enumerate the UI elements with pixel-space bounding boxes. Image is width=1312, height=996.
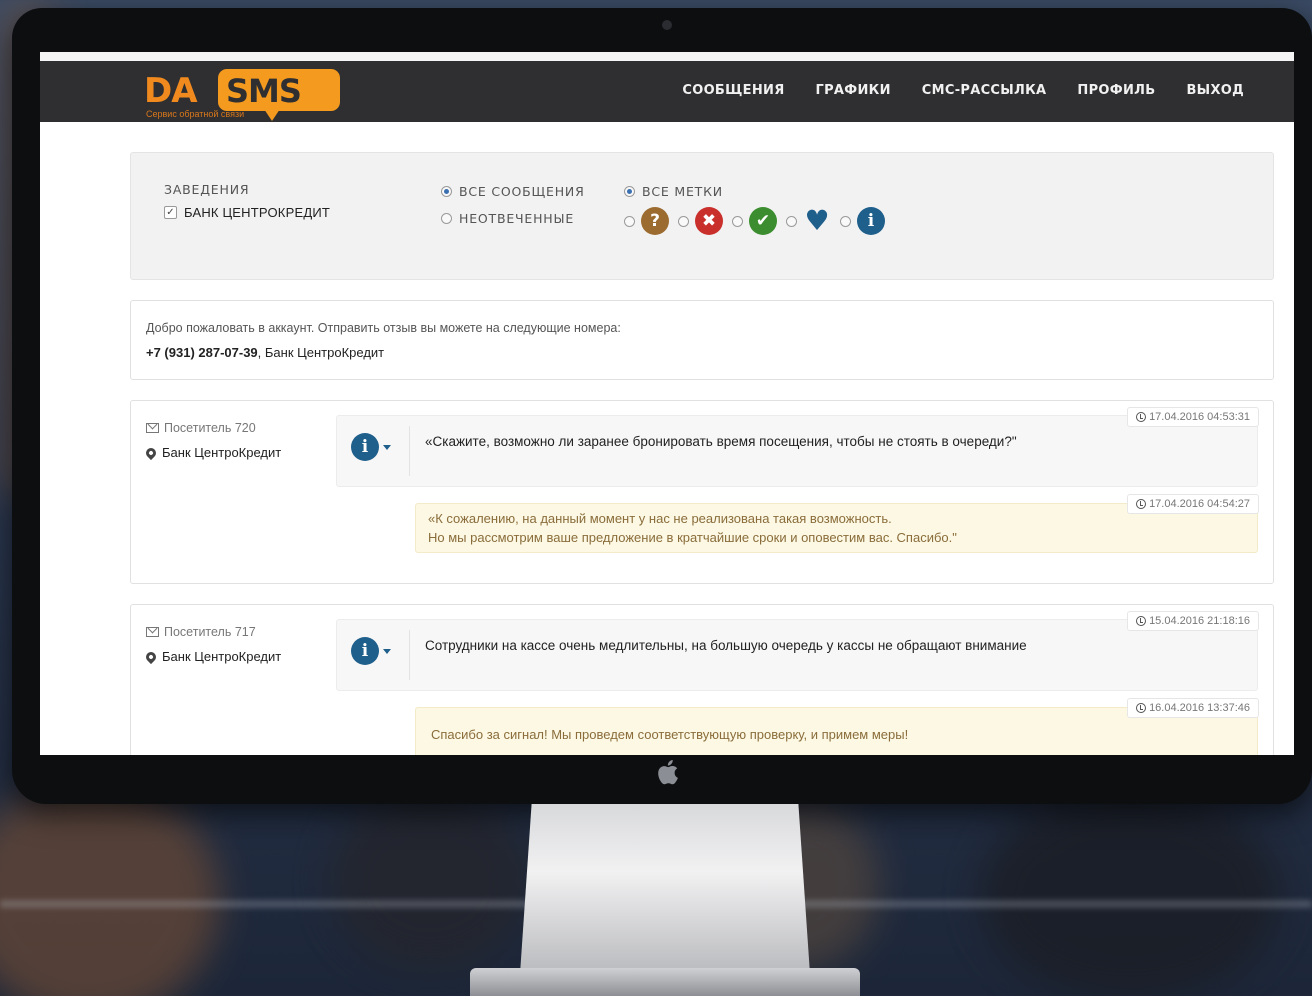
place-line: Банк ЦентроКредит — [143, 445, 282, 460]
nav-logout[interactable]: ВЫХОД — [1186, 83, 1244, 98]
radio-tag-question[interactable] — [624, 215, 635, 227]
tag-filter-cross[interactable]: ✖ — [678, 207, 723, 235]
answer-timestamp: 17.04.2016 04:54:27 — [1127, 494, 1259, 514]
answer-time: 17.04.2016 04:54:27 — [1149, 498, 1250, 510]
nav-profile[interactable]: ПРОФИЛЬ — [1077, 83, 1155, 98]
tag-filters: ? ✖ ✔ ♥ i — [624, 207, 894, 235]
heart-icon: ♥ — [804, 204, 830, 237]
question-box: i «Скажите, возможно ли заранее брониров… — [336, 415, 1258, 487]
filter-unanswered[interactable]: НЕОТВЕЧЕННЫЕ — [441, 211, 574, 226]
background-blur — [330, 790, 530, 970]
clock-icon — [1136, 703, 1147, 713]
answer-time: 16.04.2016 13:37:46 — [1149, 702, 1250, 714]
clock-icon — [1136, 616, 1147, 626]
nav-sms-mailing[interactable]: СМС-РАССЫЛКА — [922, 83, 1047, 98]
radio-tag-check[interactable] — [732, 215, 743, 227]
label-unanswered: НЕОТВЕЧЕННЫЕ — [459, 211, 575, 226]
divider — [409, 426, 410, 476]
tag-filter-check[interactable]: ✔ — [732, 207, 777, 235]
visitor-line: Посетитель 720 — [146, 421, 256, 435]
nav-charts[interactable]: ГРАФИКИ — [816, 83, 891, 98]
clock-icon — [1136, 412, 1147, 422]
filter-all-tags[interactable]: ВСЕ МЕТКИ — [624, 184, 723, 199]
filter-all-messages[interactable]: ВСЕ СООБЩЕНИЯ — [441, 184, 585, 199]
caret-down-icon — [383, 648, 391, 654]
tag-dropdown-button[interactable]: i — [351, 433, 391, 461]
message-card: Посетитель 717 Банк ЦентроКредит i Сотру… — [130, 604, 1274, 755]
radio-tag-heart[interactable] — [786, 215, 797, 227]
divider — [409, 630, 410, 680]
info-icon: i — [857, 207, 885, 235]
establishment-checkbox[interactable]: ✓ — [164, 206, 177, 219]
answer-timestamp: 16.04.2016 13:37:46 — [1127, 698, 1259, 718]
label-all-tags: ВСЕ МЕТКИ — [642, 184, 723, 199]
answer-text-line1: «К сожалению, на данный момент у нас не … — [428, 511, 892, 526]
radio-all-tags[interactable] — [624, 186, 635, 197]
question-text: «Скажите, возможно ли заранее бронироват… — [425, 434, 1017, 449]
place-line: Банк ЦентроКредит — [143, 649, 282, 664]
tag-dropdown-button[interactable]: i — [351, 637, 391, 665]
message-card: Посетитель 720 Банк ЦентроКредит i «Скаж… — [130, 400, 1274, 584]
cross-icon: ✖ — [695, 207, 723, 235]
question-box: i Сотрудники на кассе очень медлительны,… — [336, 619, 1258, 691]
radio-all-messages[interactable] — [441, 186, 452, 197]
tag-filter-info[interactable]: i — [840, 207, 885, 235]
monitor-stand-base — [470, 968, 860, 996]
camera-icon — [662, 20, 672, 30]
logo-sms-bubble: SMS — [218, 69, 340, 121]
place-name: Банк ЦентроКредит — [162, 445, 282, 460]
envelope-icon — [146, 423, 159, 433]
map-pin-icon — [143, 649, 159, 664]
info-icon: i — [351, 637, 379, 665]
top-navbar: DA SMS Сервис обратной связи СООБЩЕНИЯ Г… — [40, 52, 1294, 122]
welcome-panel: Добро пожаловать в аккаунт. Отправить от… — [130, 300, 1274, 380]
question-time: 15.04.2016 21:18:16 — [1149, 615, 1250, 627]
question-timestamp: 15.04.2016 21:18:16 — [1127, 611, 1259, 631]
question-text: Сотрудники на кассе очень медлительны, н… — [425, 638, 1027, 653]
answer-text-line1: Спасибо за сигнал! Мы проведем соответст… — [431, 727, 909, 742]
welcome-phone-line: +7 (931) 287-07-39, Банк ЦентроКредит — [146, 345, 384, 360]
filters-panel: ЗАВЕДЕНИЯ ✓ БАНК ЦЕНТРОКРЕДИТ ВСЕ СООБЩЕ… — [130, 152, 1274, 280]
tag-filter-question[interactable]: ? — [624, 207, 669, 235]
logo-text-da: DA — [144, 71, 198, 111]
label-all-messages: ВСЕ СООБЩЕНИЯ — [459, 184, 585, 199]
main-nav: СООБЩЕНИЯ ГРАФИКИ СМС-РАССЫЛКА ПРОФИЛЬ В… — [651, 83, 1244, 98]
screen: DA SMS Сервис обратной связи СООБЩЕНИЯ Г… — [40, 52, 1294, 755]
visitor-line: Посетитель 717 — [146, 625, 256, 639]
question-timestamp: 17.04.2016 04:53:31 — [1127, 407, 1259, 427]
envelope-icon — [146, 627, 159, 637]
caret-down-icon — [383, 444, 391, 450]
establishment-checkbox-row[interactable]: ✓ БАНК ЦЕНТРОКРЕДИТ — [164, 205, 330, 220]
map-pin-icon — [143, 445, 159, 460]
visitor-name: Посетитель 717 — [164, 625, 256, 639]
check-icon: ✔ — [749, 207, 777, 235]
establishment-label: БАНК ЦЕНТРОКРЕДИТ — [184, 205, 331, 220]
establishments-title: ЗАВЕДЕНИЯ — [164, 182, 250, 197]
apple-logo-icon — [655, 758, 679, 786]
info-icon: i — [351, 433, 379, 461]
nav-messages[interactable]: СООБЩЕНИЯ — [682, 83, 784, 98]
tag-filter-heart[interactable]: ♥ — [786, 207, 831, 235]
logo-subtitle: Сервис обратной связи — [146, 109, 245, 119]
radio-tag-cross[interactable] — [678, 215, 689, 227]
welcome-text: Добро пожаловать в аккаунт. Отправить от… — [146, 321, 621, 335]
question-icon: ? — [641, 207, 669, 235]
radio-tag-info[interactable] — [840, 215, 851, 227]
logo-text-sms: SMS — [226, 72, 302, 110]
background-blur — [980, 790, 1280, 996]
monitor-stand — [520, 804, 810, 974]
background-blur — [0, 780, 220, 996]
feedback-phone-number: +7 (931) 287-07-39 — [146, 345, 258, 360]
question-time: 17.04.2016 04:53:31 — [1149, 411, 1250, 423]
answer-text-line2: Но мы рассмотрим ваше предложение в крат… — [428, 530, 957, 545]
clock-icon — [1136, 499, 1147, 509]
place-name: Банк ЦентроКредит — [162, 649, 282, 664]
welcome-bank-name: , Банк ЦентроКредит — [257, 345, 385, 360]
radio-unanswered[interactable] — [441, 213, 452, 224]
visitor-name: Посетитель 720 — [164, 421, 256, 435]
dasms-logo[interactable]: DA SMS Сервис обратной связи — [144, 67, 344, 121]
